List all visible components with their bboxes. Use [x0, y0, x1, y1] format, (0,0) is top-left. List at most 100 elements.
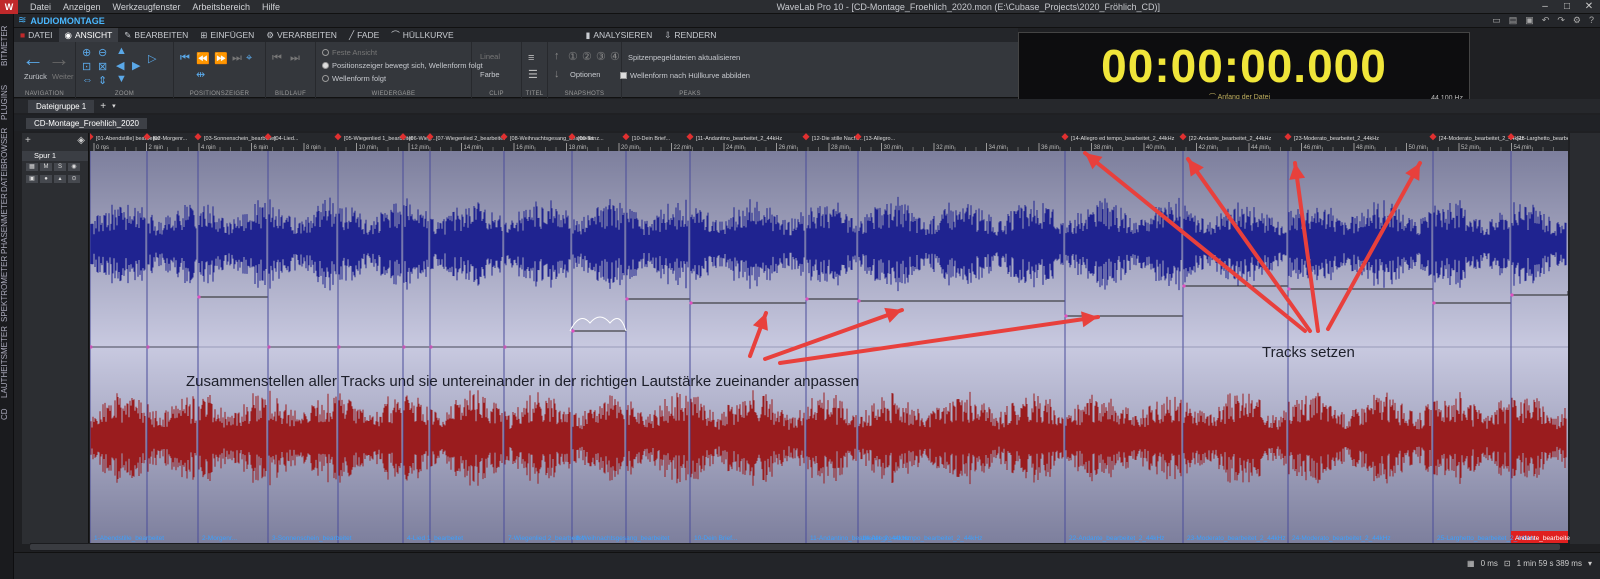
track-name[interactable]: Spur 1 [22, 151, 88, 161]
tab-phasenmeter[interactable]: PHASENMETER [0, 193, 14, 254]
tab-rendern[interactable]: ⇩ RENDERN [658, 28, 722, 42]
scroll-right-icon[interactable]: ⏭ [290, 52, 300, 65]
fade-curve[interactable] [569, 316, 627, 332]
tab-cd[interactable]: CD [0, 402, 14, 426]
add-tab-button[interactable]: + [100, 101, 106, 112]
help-icon[interactable]: ? [1589, 15, 1594, 26]
track-options-icon[interactable]: ◈ [77, 135, 85, 146]
clip-footer-label[interactable]: 14-Allegro ed tempo_bearbeitet_2_44kHz [862, 535, 982, 542]
envelope-point[interactable] [1510, 293, 1514, 297]
tab-analysieren[interactable]: ▮ ANALYSIEREN [580, 28, 659, 42]
redo-icon[interactable]: ↷ [1557, 15, 1565, 26]
tab-lautheitsmeter[interactable]: LAUTHEITSMETER [0, 326, 14, 398]
clip-footer-label[interactable]: 23-Moderato_bearbeitet_2_44kHz [1187, 535, 1286, 542]
tab-dateibrowser[interactable]: DATEIBROWSER [0, 128, 14, 192]
tab-ansicht[interactable]: ◉ ANSICHT [58, 28, 119, 42]
clip-footer-label[interactable]: 7-Wiegenlied 2_bearbeitet [508, 535, 584, 542]
snapshot-optionen[interactable]: Optionen [570, 70, 600, 79]
snapshot-up-icon[interactable]: ↑ [554, 50, 560, 62]
envelope-point[interactable] [1287, 287, 1291, 291]
envelope-point[interactable] [1182, 284, 1186, 288]
monitor-icon[interactable]: ◉ [68, 163, 80, 171]
cursor-marker-icon[interactable]: ⌖ [246, 52, 252, 65]
save-icon[interactable]: ▣ [1525, 15, 1534, 26]
snapshot-3-icon[interactable]: ③ [596, 50, 606, 63]
snapshot-4-icon[interactable]: ④ [610, 50, 620, 63]
zoom-up-icon[interactable]: ▲ [116, 45, 127, 57]
titel-list-icon[interactable]: ≡ [528, 52, 534, 64]
tab-bitmeter[interactable]: BITMETER [0, 18, 14, 74]
zoom-fit-icon[interactable]: ⊡ [82, 60, 91, 73]
settings-icon[interactable]: ⚙ [1573, 15, 1581, 26]
close-icon[interactable]: ✕ [1578, 0, 1600, 14]
clip-footer-label[interactable]: 1-Abendstille_bearbeitet [94, 535, 164, 542]
titel-edit-icon[interactable]: ☰ [528, 68, 538, 81]
wiedergabe-option-fixed[interactable]: Feste Ansicht [322, 48, 377, 57]
mute-button[interactable]: M [40, 163, 52, 171]
clip-footer-label[interactable]: 2-Morgenr... [202, 535, 237, 542]
tab-spektrometer[interactable]: SPEKTROMETER [0, 256, 14, 322]
snapshot-down-icon[interactable]: ↓ [554, 68, 560, 80]
zoom-down-icon[interactable]: ▼ [116, 73, 127, 85]
snapshot-2-icon[interactable]: ② [582, 50, 592, 63]
tab-datei[interactable]: ■ DATEI [14, 28, 59, 42]
envelope-point[interactable] [1432, 301, 1436, 305]
zoom-extra-icon[interactable]: ▷ [148, 52, 156, 65]
track-vis-icon[interactable]: ⊙ [68, 175, 80, 183]
tab-verarbeiten[interactable]: ⚙ VERARBEITEN [260, 28, 343, 42]
status-grid-icon[interactable]: ▦ [1467, 559, 1475, 568]
envelope-point[interactable] [857, 299, 861, 303]
solo-button[interactable]: S [54, 163, 66, 171]
envelope-point[interactable] [1064, 314, 1068, 318]
minimize-icon[interactable]: – [1534, 0, 1556, 14]
clip-footer-label[interactable]: 10-Dein Brief... [694, 535, 737, 542]
zoom-h-icon[interactable]: ⇔ [82, 74, 93, 86]
envelope-point[interactable] [625, 297, 629, 301]
nav-back-label[interactable]: Zurück [24, 72, 47, 81]
clip-footer-label[interactable]: 8-Weihnachtsgesang_bearbeitet [576, 535, 669, 542]
zoom-left-icon[interactable]: ◀ [116, 59, 124, 72]
cursor-end-icon[interactable]: ⏭ [232, 52, 242, 65]
wiedergabe-option-wave[interactable]: Wellenform folgt [322, 74, 386, 83]
time-ruler[interactable]: 0 ms 2 min 4 min 6 min 8 min 10 min 12 min 14 m… [86, 133, 1600, 151]
radio-wave[interactable] [322, 75, 329, 82]
montage-tab[interactable]: CD-Montage_Froehlich_2020 [26, 117, 147, 129]
radio-follow[interactable] [322, 62, 329, 69]
clip-footer-label[interactable]: 4-Lied 1_bearbeitet [407, 535, 463, 542]
zoom-out-icon[interactable]: ⊖ [98, 46, 107, 59]
horizontal-scrollbar[interactable] [30, 543, 1570, 551]
wiedergabe-option-follow[interactable]: Positionszeiger bewegt sich, Wellenform … [322, 61, 483, 70]
cursor-next-icon[interactable]: ⏩ [214, 52, 228, 65]
tab-plugins[interactable]: PLUGINS [0, 78, 14, 126]
zoom-region-icon[interactable]: ⊠ [98, 60, 107, 73]
cursor-sel-icon[interactable]: ⇹ [196, 68, 205, 81]
tab-huellkurve[interactable]: ⌒ HÜLLKURVE [385, 28, 459, 42]
clip-footer-label[interactable]: 24-Moderato_bearbeitet_2_44kHz [1292, 535, 1391, 542]
peaks-update[interactable]: Spitzenpegeldateien aktualisieren [628, 53, 740, 62]
scroll-thumb[interactable] [30, 544, 1560, 550]
clip-lineal[interactable]: Lineal [480, 52, 500, 61]
chevron-down-icon[interactable]: ▾ [112, 102, 116, 110]
peaks-checkbox[interactable] [620, 72, 627, 79]
add-track-icon[interactable]: + [25, 135, 31, 146]
arrow-right-icon[interactable]: → [48, 46, 70, 72]
track-settings-icon[interactable]: ▦ [26, 163, 38, 171]
track-lock-icon[interactable]: ● [40, 175, 52, 183]
snapshot-1-icon[interactable]: ① [568, 50, 578, 63]
vertical-scroll-area[interactable] [1570, 133, 1600, 544]
cursor-prev-icon[interactable]: ⏪ [196, 52, 210, 65]
clip-farbe[interactable]: Farbe [480, 70, 500, 79]
tab-einfuegen[interactable]: ⊞ EINFÜGEN [194, 28, 260, 42]
montage-clip-area[interactable]: Zusammenstellen aller Tracks und sie unt… [90, 151, 1568, 543]
envelope-point[interactable] [197, 295, 201, 299]
track-fx-icon[interactable]: ▣ [26, 175, 38, 183]
undo-icon[interactable]: ↶ [1542, 15, 1550, 26]
track-env-icon[interactable]: ▴ [54, 175, 66, 183]
status-menu-icon[interactable]: ▾ [1588, 559, 1592, 568]
arrow-left-icon[interactable]: ← [22, 46, 44, 72]
new-icon[interactable]: ▭ [1492, 15, 1501, 26]
zoom-in-icon[interactable]: ⊕ [82, 46, 91, 59]
nav-forward-label[interactable]: Weiter [52, 72, 74, 81]
peaks-option[interactable]: Wellenform nach Hüllkurve abbilden [620, 71, 750, 80]
envelope-point[interactable] [571, 329, 575, 333]
